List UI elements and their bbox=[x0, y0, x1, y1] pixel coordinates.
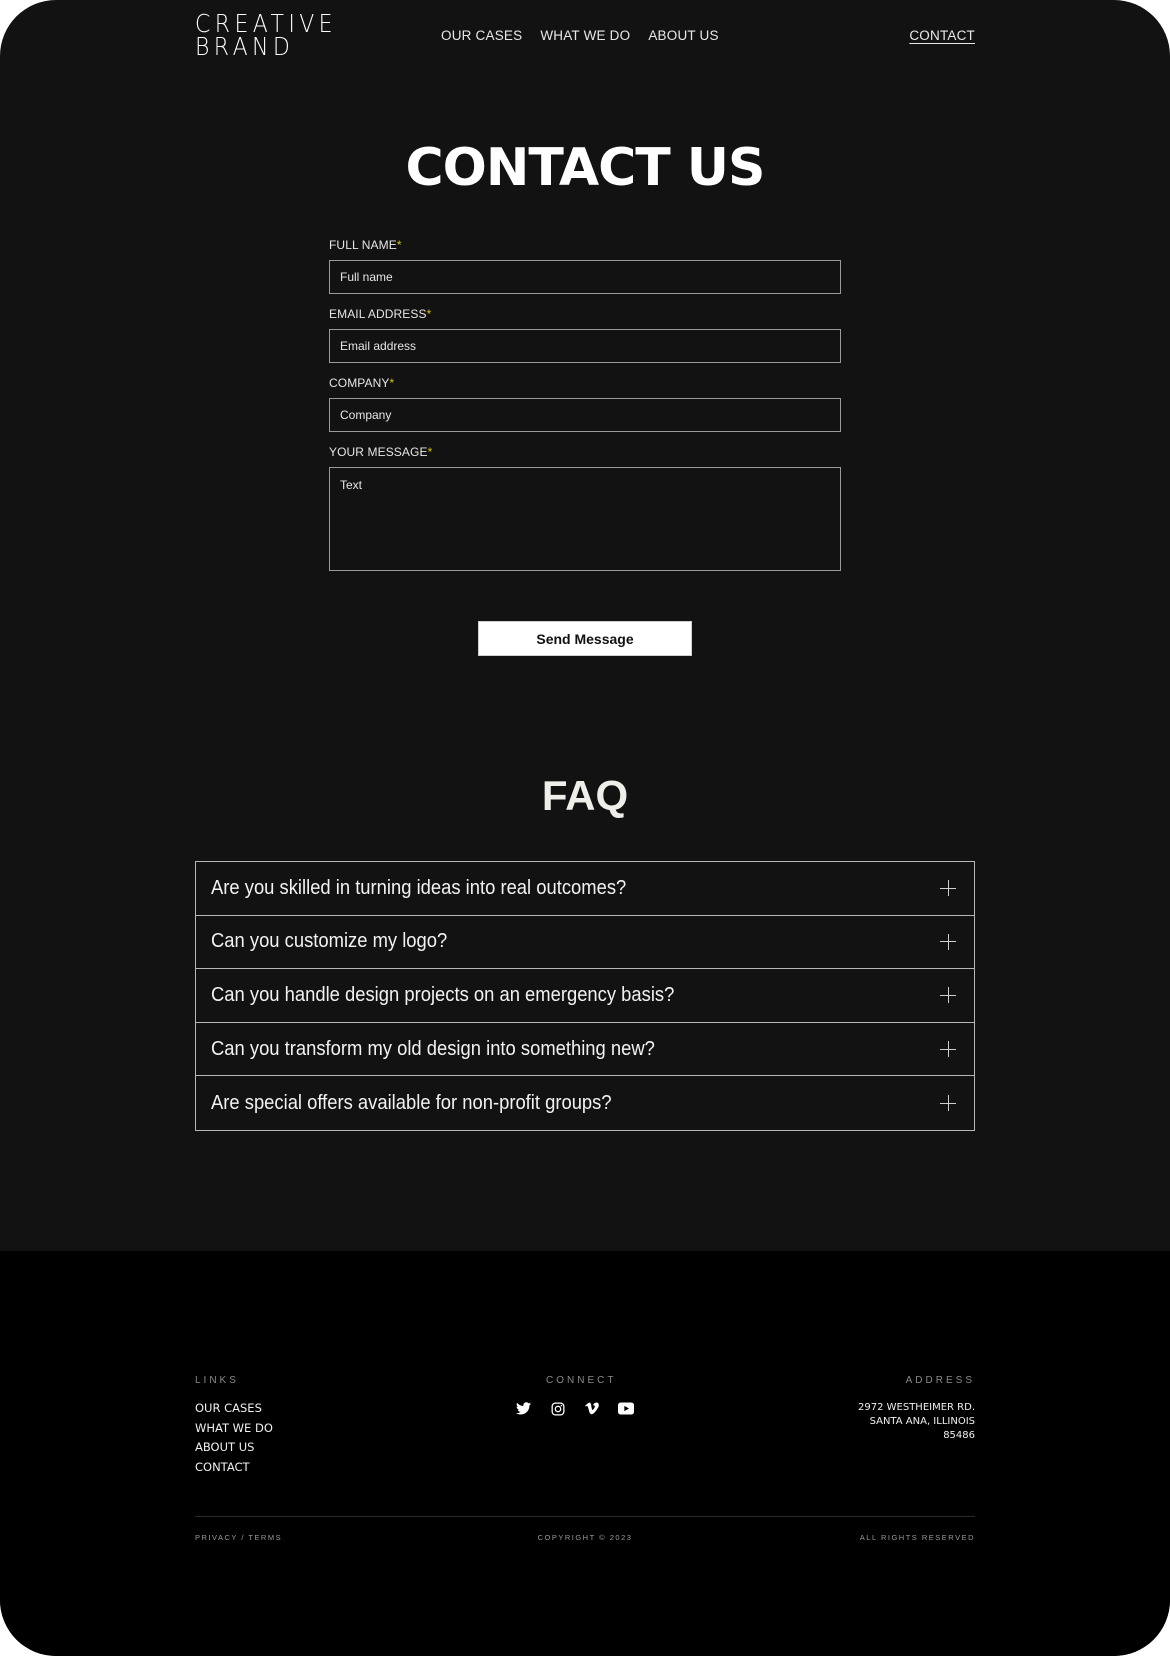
footer: LINKS OUR CASES WHAT WE DO ABOUT US CONT… bbox=[0, 1251, 1170, 1656]
company-input[interactable]: Company bbox=[329, 398, 841, 432]
faq-question: Can you handle design projects on an eme… bbox=[211, 983, 675, 1006]
plus-icon[interactable] bbox=[940, 933, 956, 950]
email-input[interactable]: Email address bbox=[329, 329, 841, 363]
faq-item[interactable]: Can you transform my old design into som… bbox=[196, 1023, 974, 1077]
footer-divider bbox=[195, 1516, 975, 1517]
address-line: 2972 WESTHEIMER RD. bbox=[858, 1402, 975, 1413]
address: 2972 WESTHEIMER RD. SANTA ANA, ILLINOIS … bbox=[858, 1401, 975, 1443]
vimeo-icon[interactable] bbox=[583, 1400, 600, 1417]
logo-line-2: BRAND bbox=[195, 32, 295, 61]
message-textarea[interactable]: Text bbox=[329, 467, 841, 571]
full-name-input[interactable]: Full name bbox=[329, 260, 841, 294]
faq-question: Can you customize my logo? bbox=[211, 930, 448, 953]
faq-list: Are you skilled in turning ideas into re… bbox=[195, 861, 975, 1131]
footer-link-what-we-do[interactable]: WHAT WE DO bbox=[195, 1419, 273, 1439]
footer-link-our-cases[interactable]: OUR CASES bbox=[195, 1399, 273, 1419]
faq-question: Are you skilled in turning ideas into re… bbox=[211, 876, 627, 899]
rights-reserved: ALL RIGHTS RESERVED bbox=[859, 1533, 975, 1542]
address-line: 85486 bbox=[943, 1430, 975, 1441]
address-line: SANTA ANA, ILLINOIS bbox=[869, 1416, 975, 1427]
email-label: EMAIL ADDRESS* bbox=[329, 307, 432, 321]
instagram-icon[interactable] bbox=[549, 1400, 566, 1417]
plus-icon[interactable] bbox=[940, 880, 956, 897]
faq-item[interactable]: Can you handle design projects on an eme… bbox=[196, 969, 974, 1023]
send-message-button[interactable]: Send Message bbox=[478, 621, 692, 656]
main-nav: OUR CASES WHAT WE DO ABOUT US bbox=[441, 28, 719, 43]
copyright: COPYRIGHT © 2023 bbox=[537, 1533, 633, 1542]
plus-icon[interactable] bbox=[940, 1041, 956, 1058]
twitter-icon[interactable] bbox=[515, 1400, 532, 1417]
social-links bbox=[515, 1400, 634, 1417]
faq-question: Are special offers available for non-pro… bbox=[211, 1091, 612, 1114]
page-title: CONTACT US bbox=[405, 138, 766, 198]
contact-form: FULL NAME* Full name EMAIL ADDRESS* Emai… bbox=[329, 238, 841, 584]
full-name-label: FULL NAME* bbox=[329, 238, 402, 252]
address-heading: ADDRESS bbox=[905, 1375, 975, 1386]
footer-link-contact[interactable]: CONTACT bbox=[195, 1458, 273, 1478]
company-label: COMPANY* bbox=[329, 376, 395, 390]
faq-question: Can you transform my old design into som… bbox=[211, 1037, 655, 1060]
message-label: YOUR MESSAGE* bbox=[329, 445, 433, 459]
plus-icon[interactable] bbox=[940, 1095, 956, 1112]
faq-item[interactable]: Can you customize my logo? bbox=[196, 916, 974, 970]
logo[interactable]: CREATIVE BRAND bbox=[195, 11, 337, 61]
nav-our-cases[interactable]: OUR CASES bbox=[441, 28, 522, 43]
youtube-icon[interactable] bbox=[617, 1400, 634, 1417]
links-heading: LINKS bbox=[195, 1375, 239, 1386]
footer-links: OUR CASES WHAT WE DO ABOUT US CONTACT bbox=[195, 1399, 273, 1477]
faq-item[interactable]: Are special offers available for non-pro… bbox=[196, 1076, 974, 1130]
faq-item[interactable]: Are you skilled in turning ideas into re… bbox=[196, 862, 974, 916]
plus-icon[interactable] bbox=[940, 987, 956, 1004]
nav-contact[interactable]: CONTACT bbox=[909, 28, 975, 43]
nav-about-us[interactable]: ABOUT US bbox=[648, 28, 718, 43]
header: CREATIVE BRAND OUR CASES WHAT WE DO ABOU… bbox=[0, 0, 1170, 80]
footer-link-about-us[interactable]: ABOUT US bbox=[195, 1438, 273, 1458]
connect-heading: CONNECT bbox=[546, 1375, 617, 1386]
page: CREATIVE BRAND OUR CASES WHAT WE DO ABOU… bbox=[0, 0, 1170, 1656]
nav-what-we-do[interactable]: WHAT WE DO bbox=[540, 28, 630, 43]
faq-title: FAQ bbox=[541, 772, 629, 819]
